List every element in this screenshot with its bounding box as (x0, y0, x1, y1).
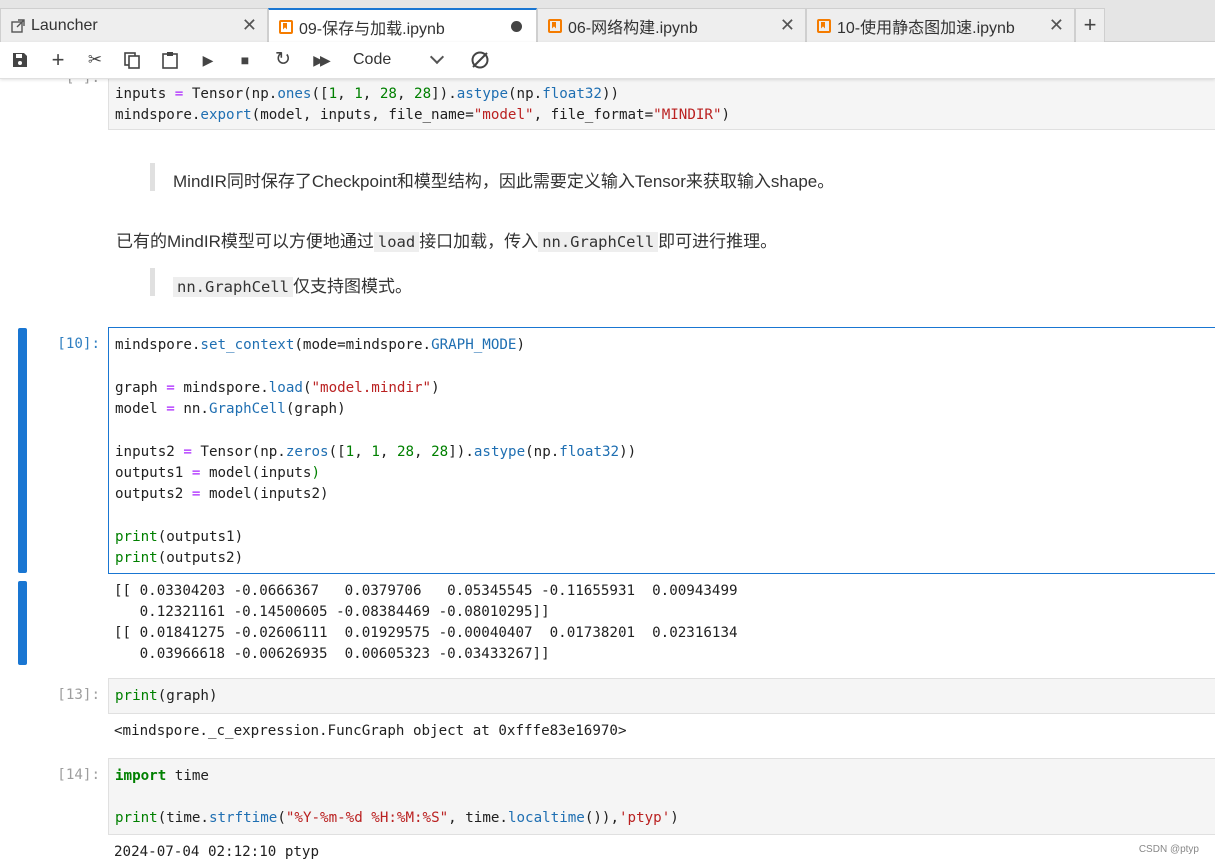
code-cell-13[interactable]: print(graph) (108, 678, 1215, 714)
cell-prompt: [ ]: (65, 78, 100, 86)
notebook-icon (279, 19, 293, 34)
watermark: CSDN @ptyp (1138, 844, 1199, 855)
code-cell-export[interactable]: inputs = Tensor(np.ones([1, 1, 28, 28]).… (108, 78, 1215, 130)
cell-prompt: [10]: (57, 336, 100, 352)
code-line: mindspore.set_context(mode=mindspore.GRA… (115, 337, 526, 353)
code-line: inputs = Tensor(np.ones([1, 1, 28, 28]).… (115, 86, 620, 102)
notebook-icon (548, 18, 562, 33)
close-icon[interactable]: ✕ (242, 15, 257, 36)
output-line: <mindspore._c_expression.FuncGraph objec… (114, 723, 627, 739)
code-line: graph = mindspore.load("model.mindir") (115, 380, 440, 396)
add-tab-button[interactable]: + (1075, 8, 1105, 42)
tab-notebook-10[interactable]: 10-使用静态图加速.ipynb ✕ (806, 8, 1075, 42)
output-line: 0.03966618 -0.00626935 0.00605323 -0.034… (114, 646, 550, 662)
code-cell-10[interactable]: mindspore.set_context(mode=mindspore.GRA… (108, 327, 1215, 574)
inline-code: nn.GraphCell (538, 232, 659, 252)
inline-code: load (373, 232, 420, 252)
tab-label: 06-网络构建.ipynb (568, 19, 698, 37)
inline-code: nn.GraphCell (173, 277, 293, 297)
clipboard-icon (162, 52, 178, 69)
refresh-icon: ↻ (275, 49, 291, 70)
interrupt-button[interactable]: ■ (231, 42, 259, 78)
kernel-status[interactable] (466, 42, 494, 78)
tab-bar: Launcher ✕ 09-保存与加载.ipynb 06-网络构建.ipynb … (0, 0, 1215, 43)
plus-icon: + (51, 47, 65, 72)
external-link-icon (11, 18, 25, 33)
run-button[interactable]: ▶ (194, 42, 222, 78)
copy-button[interactable] (118, 42, 146, 78)
notebook-toolbar: + ✂ ▶ ■ ↻ ▶▶ Code (0, 42, 1215, 79)
input-collapser[interactable] (18, 328, 27, 573)
save-icon (13, 53, 27, 67)
scissors-icon: ✂ (87, 50, 103, 69)
blockquote-bar (150, 268, 155, 296)
output-line: [[ 0.03304203 -0.0666367 0.0379706 0.053… (114, 583, 738, 599)
tab-label: Launcher (31, 16, 98, 34)
output-collapser[interactable] (18, 581, 27, 665)
insert-cell-button[interactable]: + (44, 42, 72, 78)
copy-icon (124, 52, 140, 69)
output-line: [[ 0.01841275 -0.02606111 0.01929575 -0.… (114, 625, 738, 641)
blockquote-bar (150, 163, 155, 191)
restart-button[interactable]: ↻ (269, 42, 297, 78)
blockquote-text: nn.GraphCell 仅支持图模式。 (173, 272, 412, 297)
tab-label: 09-保存与加载.ipynb (299, 20, 445, 38)
cell-prompt: [13]: (57, 687, 100, 703)
stop-icon: ■ (240, 52, 250, 68)
code-line: print(graph) (115, 688, 218, 704)
tab-notebook-09[interactable]: 09-保存与加载.ipynb (268, 8, 537, 43)
notebook-icon (817, 18, 831, 33)
cell-type-select[interactable]: Code (353, 42, 391, 78)
notebook-panel[interactable]: [ ]: inputs = Tensor(np.ones([1, 1, 28, … (0, 78, 1215, 863)
chevron-down-icon[interactable] (429, 49, 445, 65)
tab-notebook-06[interactable]: 06-网络构建.ipynb ✕ (537, 8, 806, 42)
play-icon: ▶ (202, 52, 214, 68)
fast-forward-icon: ▶▶ (313, 52, 330, 68)
save-button[interactable] (6, 42, 34, 78)
code-line: model = nn.GraphCell(graph) (115, 401, 346, 417)
code-line: mindspore.export(model, inputs, file_nam… (115, 107, 731, 123)
code-line: print(outputs2) (115, 550, 244, 566)
code-line: inputs2 = Tensor(np.zeros([1, 1, 28, 28]… (115, 444, 637, 460)
restart-run-all-button[interactable]: ▶▶ (306, 42, 334, 78)
code-line: outputs2 = model(inputs2) (115, 486, 329, 502)
tab-launcher[interactable]: Launcher ✕ (0, 8, 268, 42)
blockquote-text: MindIR同时保存了Checkpoint和模型结构，因此需要定义输入Tenso… (173, 172, 835, 191)
unsaved-dot-icon[interactable] (511, 21, 522, 32)
paste-button[interactable] (156, 42, 184, 78)
cut-button[interactable]: ✂ (81, 42, 109, 78)
tab-label: 10-使用静态图加速.ipynb (837, 19, 1015, 37)
code-line: import time (115, 768, 209, 784)
markdown-paragraph: 已有的MindIR模型可以方便地通过 load 接口加载，传入 nn.GraphCel… (116, 232, 778, 252)
cell-prompt: [14]: (57, 767, 100, 783)
code-cell-14[interactable]: import time print(time.strftime("%Y-%m-%… (108, 758, 1215, 835)
code-line: outputs1 = model(inputs) (115, 465, 321, 481)
kernel-idle-icon (471, 51, 489, 69)
close-icon[interactable]: ✕ (1049, 15, 1064, 36)
close-icon[interactable]: ✕ (780, 15, 795, 36)
code-line: print(outputs1) (115, 529, 244, 545)
output-line: 2024-07-04 02:12:10 ptyp (114, 844, 319, 860)
output-line: 0.12321161 -0.14500605 -0.08384469 -0.08… (114, 604, 550, 620)
code-line: print(time.strftime("%Y-%m-%d %H:%M:%S",… (115, 810, 679, 826)
